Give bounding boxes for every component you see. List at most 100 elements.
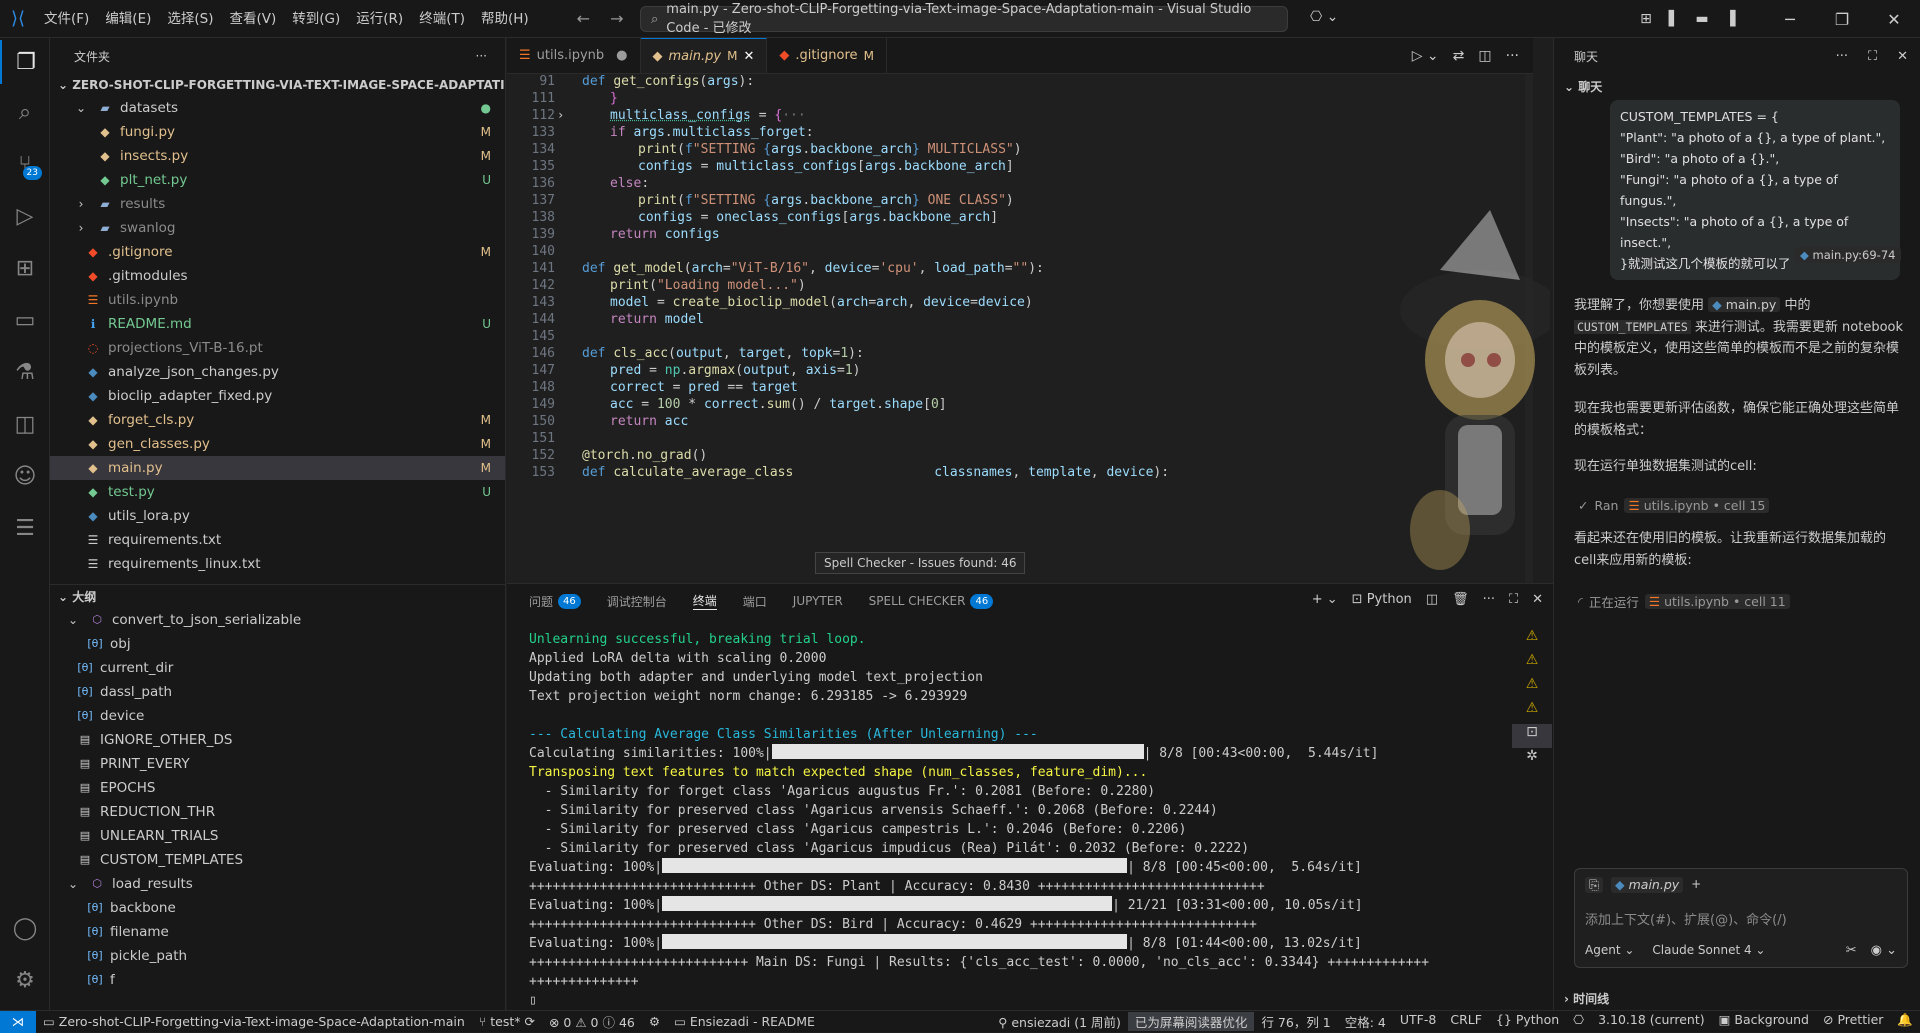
- extensions-icon[interactable]: ⊞: [0, 246, 50, 290]
- warning-icon[interactable]: ⚠: [1512, 676, 1552, 700]
- add-context-icon[interactable]: +: [1691, 877, 1701, 893]
- outline-item[interactable]: [θ] device: [50, 704, 505, 728]
- menu-go[interactable]: 转到(G): [284, 0, 348, 38]
- file-reference-chip[interactable]: ◆ main.py:69-74: [1794, 247, 1902, 263]
- tree-file-insects[interactable]: ◆ insects.py M: [50, 144, 505, 168]
- tab-problems[interactable]: 问题 46: [529, 593, 581, 610]
- git-blame[interactable]: ⚲ ensiezadi (1 周前): [991, 1012, 1128, 1031]
- toggle-secondary-sidebar-icon[interactable]: ▐: [1716, 11, 1744, 27]
- close-window-icon[interactable]: ✕: [1868, 10, 1920, 29]
- menu-terminal[interactable]: 终端(T): [411, 0, 473, 38]
- attach-context-icon[interactable]: ⎘: [1585, 877, 1604, 893]
- customize-layout-icon[interactable]: ⊞: [1632, 11, 1660, 27]
- run-file-icon[interactable]: ▷ ⌄: [1412, 48, 1439, 64]
- outline-item[interactable]: [θ] pickle_path: [50, 944, 505, 968]
- problems-summary[interactable]: ⊗ 0 ⚠ 0 ⓘ 46: [542, 1012, 642, 1031]
- outline-item[interactable]: [θ] backbone: [50, 896, 505, 920]
- tree-file-test[interactable]: ◆ test.py U: [50, 480, 505, 504]
- chat-input-placeholder[interactable]: 添加上下文(#)、扩展(@)、命令(/): [1585, 909, 1787, 928]
- outline-item[interactable]: ▤ CUSTOM_TEMPLATES: [50, 848, 505, 872]
- tree-folder-results[interactable]: › ▰ results: [50, 192, 505, 216]
- file-reference-chip[interactable]: ◆ main.py: [1708, 297, 1781, 312]
- outline-item[interactable]: [θ] obj: [50, 632, 505, 656]
- terminal-icon[interactable]: ⊡: [1512, 724, 1552, 748]
- forward-arrow-icon[interactable]: →: [610, 9, 623, 28]
- more-actions-icon[interactable]: ···: [476, 49, 487, 63]
- tree-file-main[interactable]: ◆ main.py M: [50, 456, 505, 480]
- outline-item[interactable]: ▤ IGNORE_OTHER_DS: [50, 728, 505, 752]
- tree-file-requirements-linux[interactable]: ☰ requirements_linux.txt: [50, 552, 505, 576]
- explorer-icon[interactable]: ❐: [0, 40, 50, 84]
- tree-folder-swanlog[interactable]: › ▰ swanlog: [50, 216, 505, 240]
- tree-file-gitmodules[interactable]: ◆ .gitmodules: [50, 264, 505, 288]
- git-branch[interactable]: ⑂ test* ⟳: [472, 1014, 542, 1029]
- settings-gear-icon[interactable]: ⚙: [0, 958, 50, 1002]
- line-ending[interactable]: CRLF: [1443, 1012, 1489, 1031]
- maximize-panel-icon[interactable]: ⛶: [1509, 592, 1518, 607]
- tab-ports[interactable]: 端口: [743, 593, 767, 610]
- tab-gitignore[interactable]: ◆ .gitignore M: [767, 38, 887, 73]
- more-actions-icon[interactable]: ···: [1483, 592, 1495, 607]
- timeline-header[interactable]: › 时间线: [1564, 990, 1609, 1007]
- book-icon[interactable]: ☰: [0, 506, 50, 550]
- tree-file-utils-ipynb[interactable]: ☰ utils.ipynb: [50, 288, 505, 312]
- project-folder[interactable]: ⌄ ZERO-SHOT-CLIP-FORGETTING-VIA-TEXT-IMA…: [50, 74, 505, 96]
- file-reference-chip[interactable]: ☰ utils.ipynb • cell 15: [1624, 498, 1770, 513]
- containers-icon[interactable]: ◫: [0, 402, 50, 446]
- remote-explorer-icon[interactable]: ▭: [0, 298, 50, 342]
- chat-section-header[interactable]: ⌄ 聊天: [1564, 78, 1602, 95]
- outline-item[interactable]: ⌄ ⬡ convert_to_json_serializable: [50, 608, 505, 632]
- new-terminal-icon[interactable]: + ⌄: [1312, 592, 1338, 607]
- menu-run[interactable]: 运行(R): [348, 0, 411, 38]
- tree-file-utils-lora[interactable]: ◆ utils_lora.py: [50, 504, 505, 528]
- trash-icon[interactable]: 🗑: [1452, 592, 1469, 607]
- toggle-sidebar-icon[interactable]: ▌: [1660, 11, 1688, 27]
- warning-icon[interactable]: ⚠: [1512, 652, 1552, 676]
- menu-edit[interactable]: 编辑(E): [97, 0, 159, 38]
- copilot-status-icon[interactable]: ⎔: [1566, 1012, 1591, 1031]
- more-actions-icon[interactable]: ···: [1836, 49, 1848, 64]
- minimize-icon[interactable]: ─: [1764, 10, 1816, 29]
- menu-selection[interactable]: 选择(S): [159, 0, 221, 38]
- tree-file-gen-classes[interactable]: ◆ gen_classes.py M: [50, 432, 505, 456]
- tab-jupyter[interactable]: JUPYTER: [793, 594, 843, 608]
- screen-reader-mode[interactable]: 已为屏幕阅读器优化: [1127, 1012, 1255, 1031]
- indentation[interactable]: 空格: 4: [1338, 1012, 1393, 1031]
- outline-item[interactable]: ⌄ ⬡ load_results: [50, 872, 505, 896]
- tree-file-bioclip[interactable]: ◆ bioclip_adapter_fixed.py: [50, 384, 505, 408]
- warning-icon[interactable]: ⚠: [1512, 700, 1552, 724]
- menu-help[interactable]: 帮助(H): [473, 0, 537, 38]
- split-terminal-icon[interactable]: ◫: [1426, 592, 1438, 607]
- outline-header[interactable]: ⌄ 大纲: [50, 584, 505, 608]
- outline-item[interactable]: [θ] current_dir: [50, 656, 505, 680]
- testing-icon[interactable]: ⚗: [0, 350, 50, 394]
- tree-file-readme[interactable]: ℹ README.md U: [50, 312, 505, 336]
- context-file-chip[interactable]: ◆ main.py: [1611, 877, 1684, 893]
- notifications-bell-icon[interactable]: 🔔: [1890, 1012, 1920, 1031]
- model-selector[interactable]: Claude Sonnet 4 ⌄: [1652, 943, 1765, 957]
- language-mode[interactable]: {} Python: [1489, 1012, 1566, 1031]
- encoding[interactable]: UTF-8: [1393, 1012, 1443, 1031]
- prettier-item[interactable]: ⊘ Prettier: [1816, 1012, 1890, 1031]
- toggle-panel-icon[interactable]: ▬: [1688, 11, 1716, 27]
- tree-file-projections[interactable]: ◌ projections_ViT-B-16.pt: [50, 336, 505, 360]
- debug-icon[interactable]: ✲: [1512, 748, 1552, 772]
- chat-input-box[interactable]: ⎘ ◆ main.py + 添加上下文(#)、扩展(@)、命令(/) Agent…: [1574, 868, 1908, 968]
- close-chat-icon[interactable]: ✕: [1897, 49, 1908, 64]
- search-icon[interactable]: ⌕: [0, 90, 50, 134]
- remote-indicator-icon[interactable]: ⋊: [0, 1010, 36, 1033]
- terminal-output[interactable]: Unlearning successful, breaking trial lo…: [529, 630, 1489, 1010]
- more-actions-icon[interactable]: ···: [1506, 48, 1519, 64]
- outline-item[interactable]: ▤ PRINT_EVERY: [50, 752, 505, 776]
- cursor-position[interactable]: 行 76，列 1: [1254, 1012, 1337, 1031]
- source-control-icon[interactable]: ⑂ 23: [0, 142, 50, 186]
- outline-item[interactable]: ▤ UNLEARN_TRIALS: [50, 824, 505, 848]
- tree-file-gitignore[interactable]: ◆ .gitignore M: [50, 240, 505, 264]
- debug-icon[interactable]: ⚙: [642, 1014, 667, 1029]
- tools-icon[interactable]: ✂: [1846, 943, 1857, 958]
- outline-item[interactable]: ▤ REDUCTION_THR: [50, 800, 505, 824]
- menu-file[interactable]: 文件(F): [36, 0, 97, 38]
- tab-terminal[interactable]: 终端: [692, 592, 717, 610]
- tree-file-forget-cls[interactable]: ◆ forget_cls.py M: [50, 408, 505, 432]
- workspace-name[interactable]: ▭ Zero-shot-CLIP-Forgetting-via-Text-ima…: [36, 1014, 472, 1029]
